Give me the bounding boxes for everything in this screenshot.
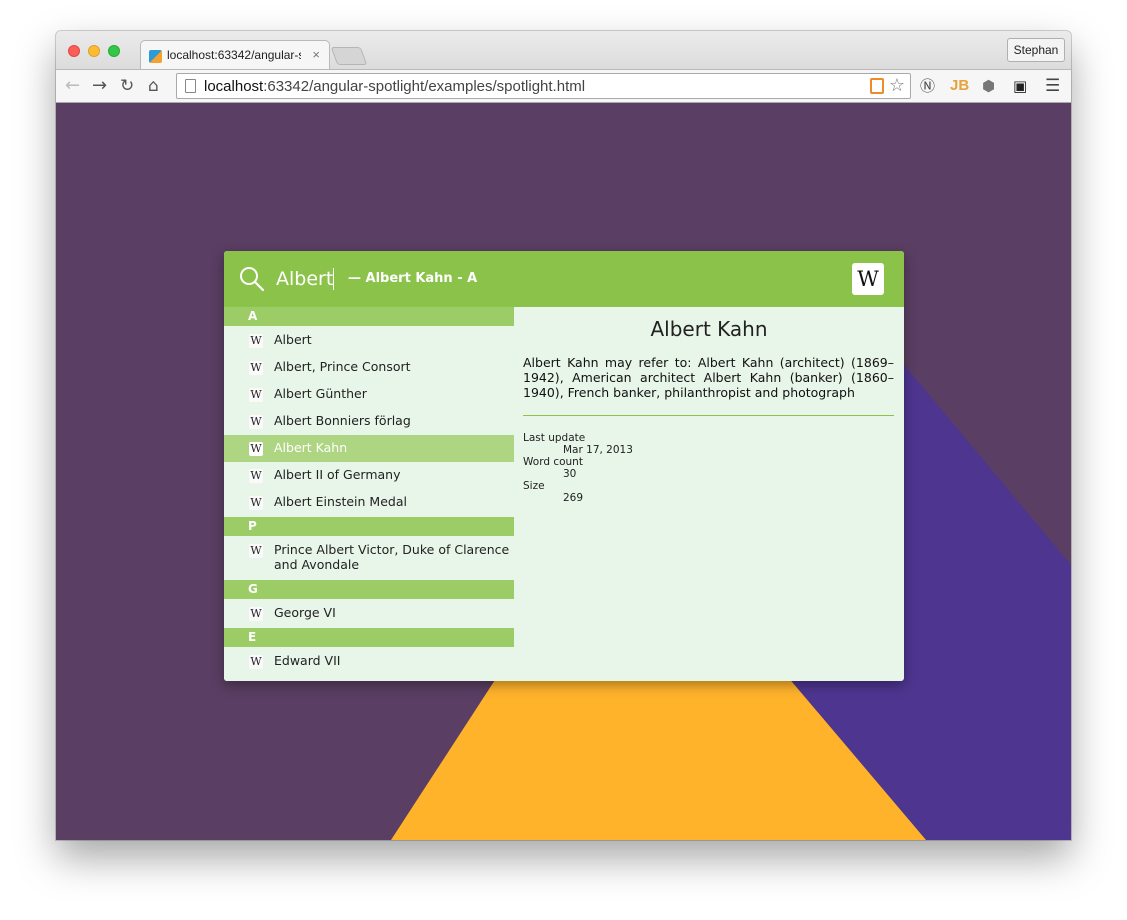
result-label: Albert Bonniers förlag [274, 413, 411, 428]
page-icon [185, 79, 196, 93]
page-viewport: — Albert Kahn - A W A W Albert W Albert,… [56, 103, 1071, 840]
title-bar: localhost:63342/angular-s × Stephan [56, 31, 1071, 70]
result-label: George VI [274, 605, 336, 620]
spotlight-panel: — Albert Kahn - A W A W Albert W Albert,… [224, 251, 904, 681]
wikipedia-icon: W [249, 655, 263, 669]
word-count-label: Word count [523, 456, 583, 468]
omnibox-extension-icon[interactable] [870, 78, 884, 94]
detail-summary: Albert Kahn may refer to: Albert Kahn (a… [523, 355, 894, 400]
new-tab-button[interactable] [330, 47, 368, 65]
search-input[interactable] [276, 264, 336, 294]
result-item-prince-albert-victor[interactable]: W Prince Albert Victor, Duke of Clarence… [224, 537, 514, 577]
close-window-button[interactable] [68, 45, 80, 57]
group-header-p: P [224, 517, 514, 536]
result-item-edward-vii[interactable]: W Edward VII [224, 648, 514, 675]
group-header-a: A [224, 307, 514, 326]
result-label: Albert Kahn [274, 440, 348, 455]
angular-extension-icon[interactable]: ⬢ [982, 76, 995, 96]
result-item-albert[interactable]: W Albert [224, 327, 514, 354]
wikipedia-icon: W [249, 334, 263, 348]
minimize-window-button[interactable] [88, 45, 100, 57]
result-label: Albert Günther [274, 386, 367, 401]
result-item-albert-bonniers-forlag[interactable]: W Albert Bonniers förlag [224, 408, 514, 435]
result-label: Albert, Prince Consort [274, 359, 411, 374]
result-item-albert-gunther[interactable]: W Albert Günther [224, 381, 514, 408]
home-icon[interactable]: ⌂ [148, 76, 159, 96]
result-label: Prince Albert Victor, Duke of Clarence a… [274, 542, 510, 572]
detail-divider [523, 415, 894, 416]
last-update-label: Last update [523, 432, 586, 444]
wikipedia-icon: W [249, 496, 263, 510]
wikipedia-icon: W [249, 544, 263, 558]
result-item-albert-einstein-medal[interactable]: W Albert Einstein Medal [224, 489, 514, 516]
wikipedia-icon[interactable]: W [852, 263, 884, 295]
result-item-albert-kahn[interactable]: W Albert Kahn [224, 435, 514, 462]
results-list: A W Albert W Albert, Prince Consort W Al… [224, 307, 514, 681]
browser-window: localhost:63342/angular-s × Stephan ← → … [56, 31, 1071, 840]
forward-arrow-icon[interactable]: → [92, 76, 107, 96]
word-count-value: 30 [563, 468, 577, 480]
tab-close-icon[interactable]: × [312, 47, 320, 62]
wikipedia-icon: W [249, 415, 263, 429]
detail-title: Albert Kahn [650, 317, 768, 341]
wikipedia-icon: W [249, 469, 263, 483]
browser-tab[interactable]: localhost:63342/angular-s × [140, 40, 330, 70]
tab-title: localhost:63342/angular-s [167, 48, 301, 62]
group-header-e: E [224, 628, 514, 647]
address-bar[interactable]: localhost:63342/angular-spotlight/exampl… [176, 73, 911, 99]
profile-button[interactable]: Stephan [1007, 38, 1065, 62]
result-label: Albert Einstein Medal [274, 494, 407, 509]
search-hint: — Albert Kahn - A [348, 271, 478, 286]
result-item-albert-ii-of-germany[interactable]: W Albert II of Germany [224, 462, 514, 489]
search-icon [240, 267, 265, 292]
last-update-value: Mar 17, 2013 [563, 444, 633, 456]
wikipedia-icon: W [249, 607, 263, 621]
browser-toolbar: ← → ↻ ⌂ localhost:63342/angular-spotligh… [56, 69, 1071, 103]
size-value: 269 [563, 492, 584, 504]
result-item-albert-prince-consort[interactable]: W Albert, Prince Consort [224, 354, 514, 381]
reload-icon[interactable]: ↻ [120, 76, 134, 96]
wikipedia-icon: W [249, 442, 263, 456]
group-header-g: G [224, 580, 514, 599]
incognito-extension-icon[interactable]: ▣ [1013, 76, 1027, 96]
back-arrow-icon[interactable]: ← [65, 76, 80, 96]
result-item-george-vi[interactable]: W George VI [224, 600, 514, 627]
result-label: Albert [274, 332, 312, 347]
result-label: Edward VII [274, 653, 341, 668]
wikipedia-icon: W [249, 388, 263, 402]
size-label: Size [523, 480, 545, 492]
spotlight-header: — Albert Kahn - A W [224, 251, 904, 307]
tab-favicon-icon [149, 50, 162, 63]
jetbrains-extension-icon[interactable]: JB [950, 76, 969, 96]
text-caret [333, 268, 334, 290]
url-text: localhost:63342/angular-spotlight/exampl… [204, 78, 586, 95]
onepassword-extension-icon[interactable]: Ⓝ [920, 76, 935, 96]
result-label: Albert II of Germany [274, 467, 401, 482]
hamburger-menu-icon[interactable]: ☰ [1045, 76, 1060, 96]
star-icon[interactable]: ☆ [889, 75, 905, 96]
wikipedia-icon: W [249, 361, 263, 375]
detail-pane: Albert Kahn Albert Kahn may refer to: Al… [514, 307, 904, 681]
maximize-window-button[interactable] [108, 45, 120, 57]
